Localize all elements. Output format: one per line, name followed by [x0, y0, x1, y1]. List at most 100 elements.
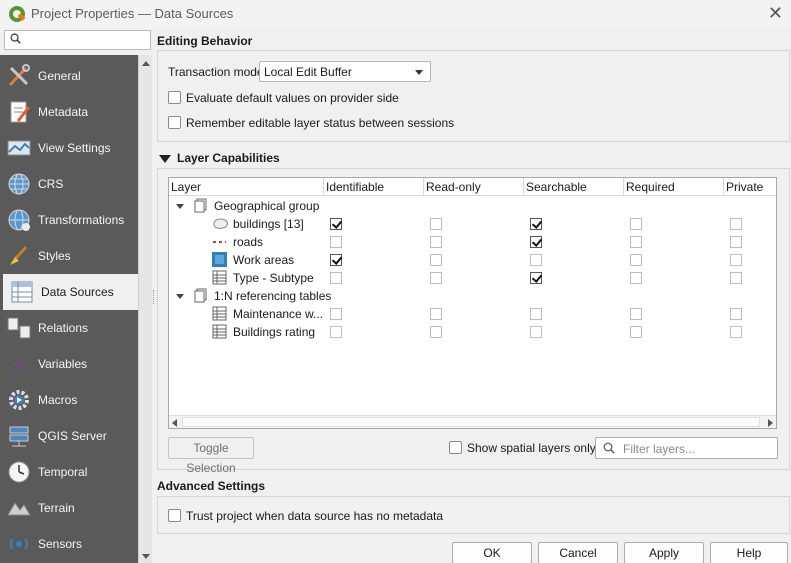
searchable-checkbox[interactable] — [530, 326, 542, 338]
private-checkbox[interactable] — [730, 236, 742, 248]
private-checkbox[interactable] — [730, 272, 742, 284]
sidebar-item-metadata[interactable]: Metadata — [0, 94, 138, 130]
sidebar-item-label: View Settings — [38, 141, 111, 155]
sidebar-item-label: Styles — [38, 249, 71, 263]
window-title: Project Properties — Data Sources — [31, 6, 234, 21]
layer-capabilities-title[interactable]: Layer Capabilities — [177, 151, 280, 165]
scroll-down-icon[interactable] — [142, 554, 150, 559]
column-header-layer[interactable]: Layer — [169, 178, 324, 196]
filter-layers-input[interactable]: Filter layers... — [595, 437, 778, 459]
sidebar-item-label: Variables — [38, 357, 88, 371]
layer-row[interactable]: buildings [13] — [169, 215, 776, 233]
sidebar-item-label: Data Sources — [41, 285, 114, 299]
cancel-button[interactable]: Cancel — [538, 542, 618, 563]
group-row[interactable]: Geographical group — [169, 197, 776, 215]
identifiable-checkbox[interactable] — [330, 254, 342, 266]
trust-project-checkbox[interactable] — [168, 509, 181, 522]
private-checkbox[interactable] — [730, 254, 742, 266]
data-sources-table-icon — [9, 279, 35, 305]
eval-defaults-checkbox[interactable] — [168, 91, 181, 104]
scroll-up-icon[interactable] — [142, 61, 150, 66]
remember-status-checkbox[interactable] — [168, 116, 181, 129]
layer-name: buildings [13] — [233, 217, 304, 231]
layer-row[interactable]: roads — [169, 233, 776, 251]
macros-gear-icon — [6, 387, 32, 413]
identifiable-checkbox[interactable] — [330, 236, 342, 248]
sidebar-search-input[interactable] — [4, 30, 151, 50]
identifiable-checkbox[interactable] — [330, 218, 342, 230]
collapse-arrow-icon[interactable] — [159, 155, 171, 163]
sidebar-item-terrain[interactable]: Terrain — [0, 490, 138, 526]
show-spatial-checkbox[interactable] — [449, 441, 462, 454]
apply-button[interactable]: Apply — [624, 542, 704, 563]
globe-icon — [6, 171, 32, 197]
show-spatial-label: Show spatial layers only — [467, 441, 596, 455]
table-horizontal-scrollbar[interactable] — [169, 415, 776, 428]
transaction-mode-label: Transaction mode — [168, 65, 264, 79]
required-checkbox[interactable] — [630, 218, 642, 230]
layer-row[interactable]: Type - Subtype — [169, 269, 776, 287]
required-checkbox[interactable] — [630, 326, 642, 338]
identifiable-checkbox[interactable] — [330, 326, 342, 338]
sidebar-item-macros[interactable]: Macros — [0, 382, 138, 418]
layer-row[interactable]: Buildings rating — [169, 323, 776, 341]
layer-name: 1:N referencing tables — [214, 289, 332, 303]
scrollbar-thumb[interactable] — [182, 417, 760, 427]
ok-button[interactable]: OK — [452, 542, 532, 563]
sidebar-item-relations[interactable]: Relations — [0, 310, 138, 346]
sidebar-scrollbar[interactable] — [138, 55, 152, 563]
toggle-selection-button[interactable]: Toggle Selection — [168, 437, 254, 475]
sidebar-item-variables[interactable]: ε Variables — [0, 346, 138, 382]
sidebar-item-styles[interactable]: Styles — [0, 238, 138, 274]
read-only-checkbox[interactable] — [430, 218, 442, 230]
help-button[interactable]: Help — [710, 542, 788, 563]
sidebar-item-qgis-server[interactable]: QGIS Server — [0, 418, 138, 454]
sidebar-item-transformations[interactable]: Transformations — [0, 202, 138, 238]
private-checkbox[interactable] — [730, 218, 742, 230]
read-only-checkbox[interactable] — [430, 326, 442, 338]
read-only-checkbox[interactable] — [430, 272, 442, 284]
sidebar-item-view-settings[interactable]: View Settings — [0, 130, 138, 166]
column-header-searchable[interactable]: Searchable — [524, 178, 624, 196]
column-header-read-only[interactable]: Read-only — [424, 178, 524, 196]
sidebar-item-data-sources[interactable]: Data Sources — [3, 274, 138, 310]
sidebar-item-general[interactable]: General — [0, 58, 138, 94]
required-checkbox[interactable] — [630, 272, 642, 284]
layer-row[interactable]: Maintenance w... — [169, 305, 776, 323]
layer-name: Maintenance w... — [233, 307, 324, 321]
svg-text:ε: ε — [13, 353, 23, 377]
sidebar-item-sensors[interactable]: Sensors — [0, 526, 138, 562]
private-checkbox[interactable] — [730, 308, 742, 320]
read-only-checkbox[interactable] — [430, 254, 442, 266]
scroll-left-icon[interactable] — [172, 419, 177, 427]
sidebar-item-label: Transformations — [38, 213, 125, 227]
column-header-private[interactable]: Private — [724, 178, 776, 196]
identifiable-checkbox[interactable] — [330, 272, 342, 284]
identifiable-checkbox[interactable] — [330, 308, 342, 320]
column-header-identifiable[interactable]: Identifiable — [324, 178, 424, 196]
required-checkbox[interactable] — [630, 308, 642, 320]
read-only-checkbox[interactable] — [430, 308, 442, 320]
sidebar-item-crs[interactable]: CRS — [0, 166, 138, 202]
scroll-right-icon[interactable] — [768, 419, 773, 427]
close-icon[interactable]: ✕ — [768, 3, 783, 24]
searchable-checkbox[interactable] — [530, 236, 542, 248]
required-checkbox[interactable] — [630, 254, 642, 266]
sidebar-item-temporal[interactable]: Temporal — [0, 454, 138, 490]
searchable-checkbox[interactable] — [530, 272, 542, 284]
private-checkbox[interactable] — [730, 326, 742, 338]
column-header-required[interactable]: Required — [624, 178, 724, 196]
relations-icon — [6, 315, 32, 341]
layer-row[interactable]: Work areas — [169, 251, 776, 269]
transaction-mode-select[interactable]: Local Edit Buffer — [259, 61, 431, 82]
searchable-checkbox[interactable] — [530, 308, 542, 320]
searchable-checkbox[interactable] — [530, 254, 542, 266]
group-icon — [193, 288, 208, 303]
read-only-checkbox[interactable] — [430, 236, 442, 248]
required-checkbox[interactable] — [630, 236, 642, 248]
panel-splitter-handle[interactable] — [153, 290, 155, 304]
group-row[interactable]: 1:N referencing tables — [169, 287, 776, 305]
tree-expand-icon[interactable] — [176, 294, 184, 299]
searchable-checkbox[interactable] — [530, 218, 542, 230]
tree-expand-icon[interactable] — [176, 204, 184, 209]
